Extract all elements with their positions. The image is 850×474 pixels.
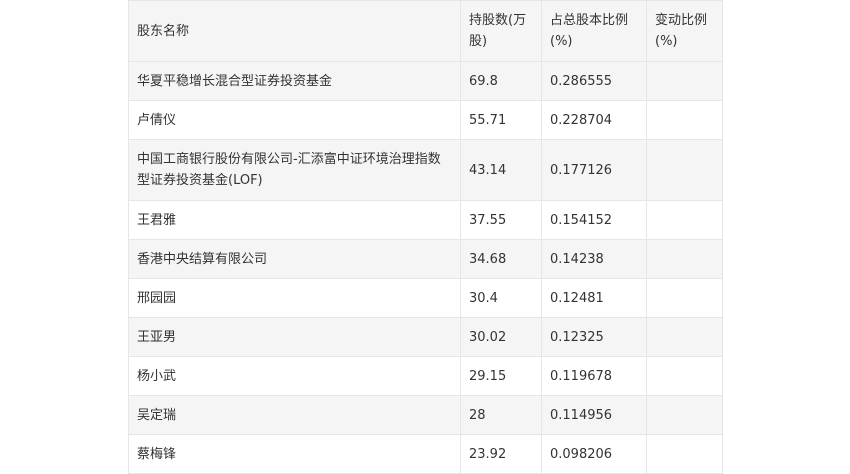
table-row: 中国工商银行股份有限公司-汇添富中证环境治理指数型证券投资基金(LOF) 43.…	[128, 139, 723, 201]
table-header-row: 股东名称 持股数(万股) 占总股本比例(%) 变动比例(%)	[128, 0, 723, 62]
shares-cell: 29.15	[460, 356, 542, 396]
holder-name-cell: 华夏平稳增长混合型证券投资基金	[128, 61, 461, 101]
table-row: 蔡梅锋 23.92 0.098206	[128, 434, 723, 474]
shares-cell: 37.55	[460, 200, 542, 240]
change-cell	[646, 278, 723, 318]
table-row: 华夏平稳增长混合型证券投资基金 69.8 0.286555	[128, 61, 723, 101]
header-shares: 持股数(万股)	[460, 0, 542, 62]
shares-cell: 30.02	[460, 317, 542, 357]
ratio-cell: 0.228704	[541, 100, 647, 140]
table-row: 王君雅 37.55 0.154152	[128, 200, 723, 240]
ratio-cell: 0.12325	[541, 317, 647, 357]
shares-cell: 30.4	[460, 278, 542, 318]
change-cell	[646, 61, 723, 101]
table-row: 吴定瑞 28 0.114956	[128, 395, 723, 435]
shareholder-table: 股东名称 持股数(万股) 占总股本比例(%) 变动比例(%) 华夏平稳增长混合型…	[128, 0, 723, 474]
change-cell	[646, 356, 723, 396]
table-row: 邢园园 30.4 0.12481	[128, 278, 723, 318]
change-cell	[646, 100, 723, 140]
ratio-cell: 0.098206	[541, 434, 647, 474]
holder-name-cell: 王亚男	[128, 317, 461, 357]
change-cell	[646, 239, 723, 279]
change-cell	[646, 200, 723, 240]
ratio-cell: 0.286555	[541, 61, 647, 101]
change-cell	[646, 434, 723, 474]
header-share-ratio: 占总股本比例(%)	[541, 0, 647, 62]
ratio-cell: 0.14238	[541, 239, 647, 279]
holder-name-cell: 卢倩仪	[128, 100, 461, 140]
header-change-ratio: 变动比例(%)	[646, 0, 723, 62]
ratio-cell: 0.177126	[541, 139, 647, 201]
holder-name-cell: 杨小武	[128, 356, 461, 396]
ratio-cell: 0.114956	[541, 395, 647, 435]
table-row: 王亚男 30.02 0.12325	[128, 317, 723, 357]
shares-cell: 34.68	[460, 239, 542, 279]
ratio-cell: 0.154152	[541, 200, 647, 240]
shares-cell: 69.8	[460, 61, 542, 101]
holder-name-cell: 中国工商银行股份有限公司-汇添富中证环境治理指数型证券投资基金(LOF)	[128, 139, 461, 201]
shares-cell: 43.14	[460, 139, 542, 201]
shares-cell: 23.92	[460, 434, 542, 474]
change-cell	[646, 139, 723, 201]
holder-name-cell: 香港中央结算有限公司	[128, 239, 461, 279]
header-holder-name: 股东名称	[128, 0, 461, 62]
change-cell	[646, 395, 723, 435]
holder-name-cell: 王君雅	[128, 200, 461, 240]
holder-name-cell: 蔡梅锋	[128, 434, 461, 474]
change-cell	[646, 317, 723, 357]
table-row: 杨小武 29.15 0.119678	[128, 356, 723, 396]
ratio-cell: 0.119678	[541, 356, 647, 396]
holder-name-cell: 吴定瑞	[128, 395, 461, 435]
table-row: 卢倩仪 55.71 0.228704	[128, 100, 723, 140]
table-row: 香港中央结算有限公司 34.68 0.14238	[128, 239, 723, 279]
ratio-cell: 0.12481	[541, 278, 647, 318]
holder-name-cell: 邢园园	[128, 278, 461, 318]
shares-cell: 28	[460, 395, 542, 435]
shares-cell: 55.71	[460, 100, 542, 140]
